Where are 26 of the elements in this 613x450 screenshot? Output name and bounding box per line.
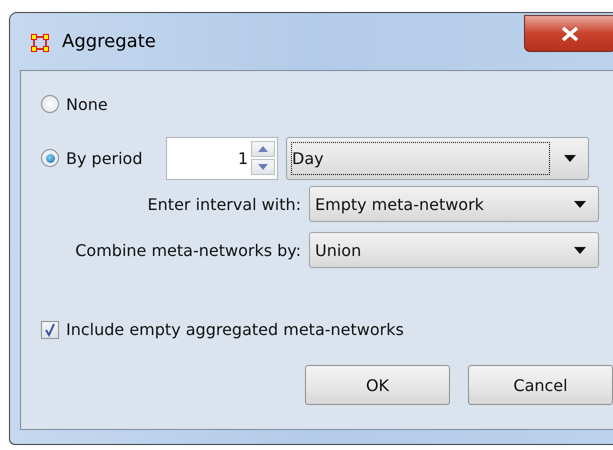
radio-button[interactable] [41,149,59,167]
checkbox[interactable] [41,320,59,338]
decrement-button[interactable] [251,159,275,175]
dropdown[interactable]: Union [309,232,599,268]
number-spinner[interactable]: 1 [166,136,278,180]
dialog-button[interactable]: Cancel [468,365,613,405]
unit-dropdown[interactable]: Day [286,136,589,180]
close-button[interactable] [524,15,613,52]
field-label: Combine meta-networks by: [74,240,301,260]
radio-label[interactable]: By period [66,148,166,168]
window-title: Aggregate [62,31,156,52]
field-label: Enter interval with: [146,194,301,214]
radio-button[interactable] [41,95,59,113]
app-icon [31,34,49,52]
close-icon [561,26,579,40]
caret-icon [564,154,576,162]
dropdown[interactable]: Empty meta-network [309,186,599,222]
checkmark-icon [43,322,57,336]
increment-button[interactable] [251,141,275,157]
dialog-button[interactable]: OK [305,365,450,405]
down-arrow-icon [258,164,268,170]
caret-icon [574,200,586,208]
up-arrow-icon [258,146,268,152]
radio-label[interactable]: None [66,94,166,114]
caret-icon [574,246,586,254]
checkbox-label[interactable]: Include empty aggregated meta-networks [66,320,404,339]
